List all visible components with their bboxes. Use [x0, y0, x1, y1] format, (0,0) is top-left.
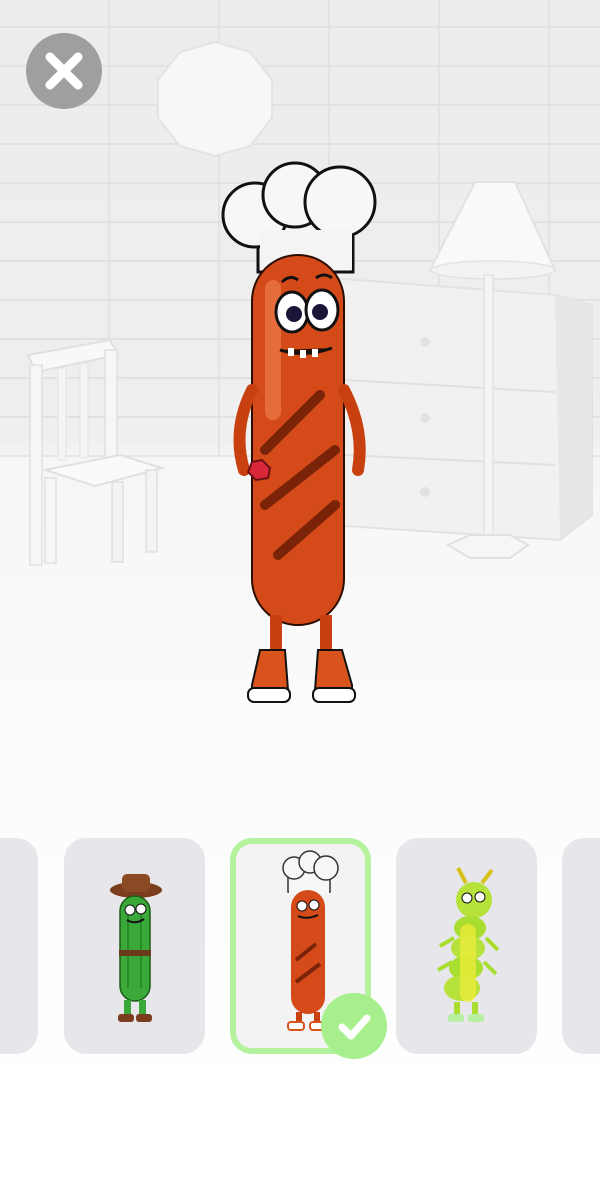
close-button[interactable]: [26, 33, 102, 109]
pickle-cowboy-thumbnail: [110, 874, 162, 1022]
character-card-pickle-cowboy[interactable]: [64, 838, 205, 1054]
caterpillar-thumbnail: [437, 867, 500, 1022]
sneakers: [247, 649, 356, 703]
character-card-partial-left[interactable]: [0, 838, 38, 1054]
character-carousel[interactable]: [0, 838, 600, 1056]
character-preview: [221, 161, 377, 703]
game-scene: [0, 0, 600, 1105]
chair: [26, 338, 166, 566]
character-card-caterpillar[interactable]: [396, 838, 537, 1054]
close-icon: [45, 52, 83, 90]
checkmark-icon: [338, 1014, 371, 1040]
selected-check-badge: [321, 993, 387, 1059]
wall-clock: [157, 40, 273, 158]
character-card-partial-right[interactable]: [562, 838, 600, 1054]
